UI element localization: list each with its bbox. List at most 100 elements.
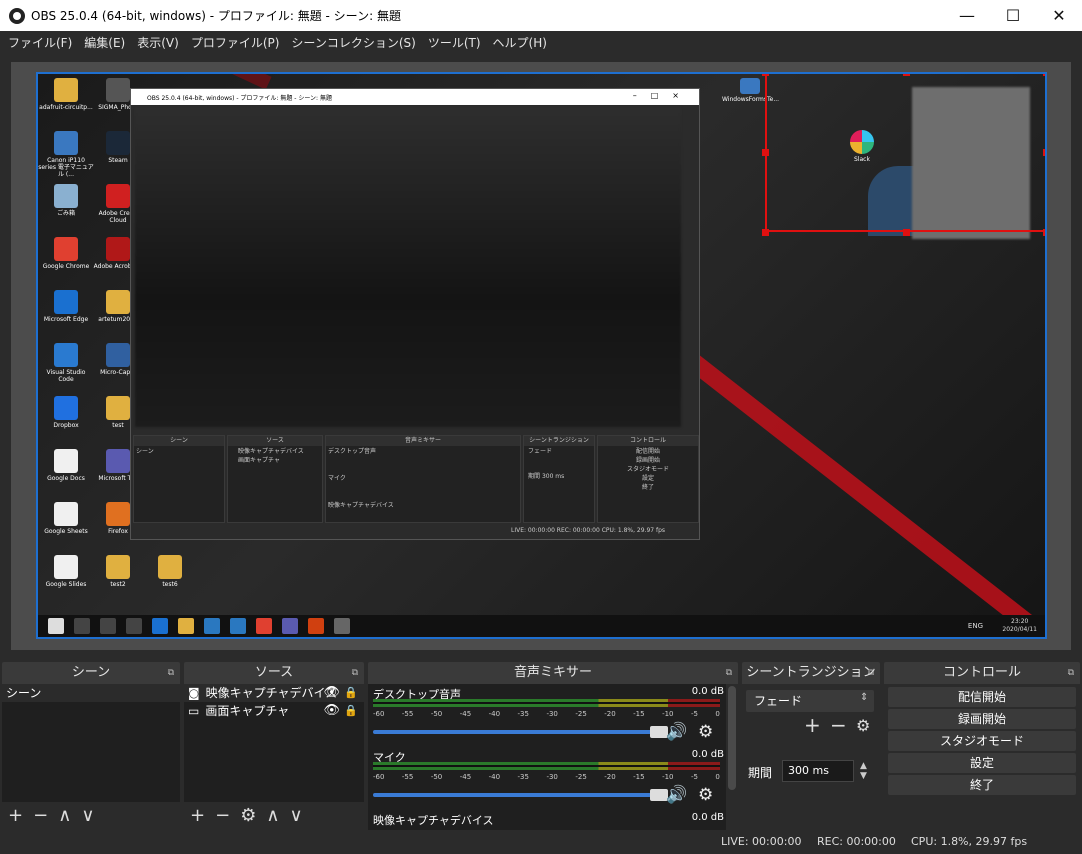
menu-edit[interactable]: 編集(E) — [84, 34, 125, 51]
mail-icon — [204, 618, 220, 634]
move-up-icon[interactable]: ∧ — [58, 802, 71, 830]
dock-float-icon[interactable]: ⧉ — [726, 662, 732, 684]
speaker-icon[interactable]: 🔊 — [666, 722, 687, 742]
windows-taskbar: ENG 23:20 2020/04/11 — [38, 615, 1045, 637]
obs-logo-icon — [9, 7, 25, 24]
desktop-icon[interactable]: test6 — [142, 555, 198, 588]
desktop-icon[interactable]: Google Chrome — [38, 237, 94, 270]
resize-handle[interactable] — [762, 229, 769, 236]
remove-icon[interactable]: − — [215, 802, 230, 830]
lock-icon[interactable]: 🔒 — [344, 702, 358, 720]
desktop-icon[interactable]: ごみ箱 — [38, 184, 94, 217]
maximize-button[interactable]: ☐ — [990, 0, 1036, 31]
source-item[interactable]: ◙ 映像キャプチャデバイス 👁 🔒 — [184, 684, 364, 702]
captured-dock-title: 音声ミキサー — [326, 436, 520, 446]
gear-icon[interactable]: ⚙ — [240, 802, 256, 830]
app-icon — [54, 184, 78, 208]
source-selection-box[interactable] — [765, 74, 1045, 232]
dock-float-icon[interactable]: ⧉ — [168, 662, 174, 684]
exit-button[interactable]: 終了 — [888, 775, 1076, 795]
captured-dock-title: ソース — [228, 436, 322, 446]
captured-duration: 300 ms — [541, 473, 565, 480]
lock-icon[interactable]: 🔒 — [344, 684, 358, 702]
mixer-scrollbar[interactable] — [728, 686, 736, 790]
resize-handle[interactable] — [1043, 74, 1045, 76]
volume-slider[interactable] — [373, 789, 668, 801]
desktop-icon[interactable]: Dropbox — [38, 396, 94, 429]
captured-status: LIVE: 00:00:00 REC: 00:00:00 CPU: 1.8%, … — [511, 527, 666, 534]
studio-mode-button[interactable]: スタジオモード — [888, 731, 1076, 751]
resize-handle[interactable] — [903, 74, 910, 76]
captured-dock-scenes: シーン シーン — [133, 435, 225, 523]
menu-view[interactable]: 表示(V) — [137, 34, 179, 51]
desktop-icon[interactable]: Google Docs — [38, 449, 94, 482]
menu-scene-collection[interactable]: シーンコレクション(S) — [291, 34, 415, 51]
desktop-icon[interactable]: Microsoft Edge — [38, 290, 94, 323]
move-up-icon[interactable]: ∧ — [266, 802, 279, 830]
desktop-icon[interactable]: Google Slides — [38, 555, 94, 588]
move-down-icon[interactable]: ∨ — [290, 802, 303, 830]
obs-icon — [334, 618, 350, 634]
dock-float-icon[interactable]: ⧉ — [868, 662, 874, 684]
menu-help[interactable]: ヘルプ(H) — [493, 34, 547, 51]
remove-icon[interactable]: − — [33, 802, 48, 830]
scale-tick-label: -55 — [401, 773, 414, 781]
source-label: 映像キャプチャデバイス — [205, 686, 338, 700]
duration-input[interactable]: 300 ms — [782, 760, 854, 782]
desktop-icon[interactable]: Google Sheets — [38, 502, 94, 535]
app-icon — [54, 396, 78, 420]
desktop-icon[interactable]: adafruit-circuitp... — [38, 78, 94, 111]
captured-dock-mixer: 音声ミキサー デスクトップ音声 マイク 映像キャプチャデバイス — [325, 435, 521, 523]
app-icon — [54, 343, 78, 367]
desktop-icon[interactable]: Visual Studio Code — [38, 343, 94, 383]
source-item[interactable]: ▭ 画面キャプチャ 👁 🔒 — [184, 702, 364, 720]
settings-button[interactable]: 設定 — [888, 753, 1076, 773]
gear-icon[interactable]: ⚙ — [698, 785, 713, 805]
eye-icon[interactable]: 👁 — [323, 702, 340, 720]
gear-icon[interactable]: ⚙ — [698, 722, 713, 742]
add-icon[interactable]: + — [8, 802, 23, 830]
chevron-updown-icon[interactable]: ⇕ — [860, 692, 868, 703]
eye-icon[interactable]: 👁 — [323, 684, 340, 702]
folder-icon — [178, 618, 194, 634]
scale-tick-label: -10 — [662, 710, 674, 718]
resize-handle[interactable] — [1043, 149, 1045, 156]
captured-docks: シーン シーン ソース 映像キャプチャデバイス 画面キャプチャ 音声ミキサー デ… — [131, 435, 699, 539]
close-button[interactable]: ✕ — [1036, 0, 1082, 31]
add-icon[interactable]: + — [190, 802, 205, 830]
menu-file[interactable]: ファイル(F) — [8, 34, 72, 51]
add-icon[interactable]: + — [804, 713, 821, 737]
app-icon — [106, 396, 130, 420]
menu-profile[interactable]: プロファイル(P) — [191, 34, 280, 51]
start-streaming-button[interactable]: 配信開始 — [888, 687, 1076, 707]
remove-icon[interactable]: − — [830, 713, 847, 737]
desktop-icon-label: Google Slides — [45, 581, 87, 588]
scale-tick-label: -20 — [604, 710, 616, 718]
app-icon — [54, 237, 78, 261]
menu-tools[interactable]: ツール(T) — [428, 34, 481, 51]
app-icon — [54, 131, 78, 155]
minimize-button[interactable]: — — [944, 0, 990, 31]
dock-float-icon[interactable]: ⧉ — [352, 662, 358, 684]
volume-slider[interactable] — [373, 726, 668, 738]
spin-arrows-icon[interactable]: ▲ ▼ — [860, 761, 867, 781]
preview-canvas[interactable]: adafruit-circuitp... SIGMA_Photo Canon iP1… — [36, 72, 1047, 639]
resize-handle[interactable] — [762, 149, 769, 156]
transition-select[interactable]: フェード — [746, 690, 874, 712]
move-down-icon[interactable]: ∨ — [81, 802, 94, 830]
resize-handle[interactable] — [903, 229, 910, 236]
captured-obs-window: OBS 25.0.4 (64-bit, windows) - プロファイル: 無… — [130, 88, 700, 540]
start-recording-button[interactable]: 録画開始 — [888, 709, 1076, 729]
taskbar-date: 2020/04/11 — [1002, 626, 1037, 633]
speaker-icon[interactable]: 🔊 — [666, 785, 687, 805]
taskbar-time: 23:20 — [1011, 618, 1029, 625]
desktop-icon[interactable]: test2 — [90, 555, 146, 588]
resize-handle[interactable] — [1043, 229, 1045, 236]
scene-item[interactable]: シーン — [2, 684, 180, 702]
gear-icon[interactable]: ⚙ — [856, 716, 870, 735]
desktop-icon[interactable]: Canon iP110 series 電子マニュアル (... — [38, 131, 94, 178]
resize-handle[interactable] — [762, 74, 769, 76]
app-icon — [230, 618, 246, 634]
dock-float-icon[interactable]: ⧉ — [1068, 662, 1074, 684]
controls-title: コントロール — [942, 665, 1021, 680]
